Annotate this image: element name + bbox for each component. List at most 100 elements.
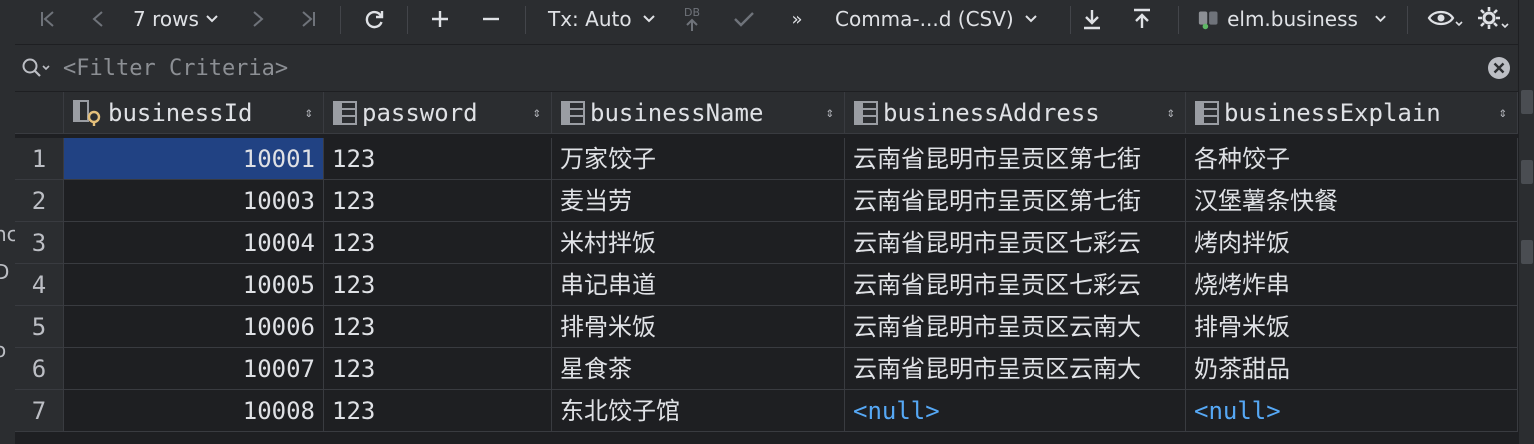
export-download-icon[interactable] [1079, 0, 1105, 38]
cell-businessExplain[interactable]: 排骨米饭 [1186, 306, 1518, 348]
cell-businessAddress[interactable]: 云南省昆明市呈贡区七彩云 [845, 222, 1186, 264]
cell-businessExplain[interactable]: 烧烤炸串 [1186, 264, 1518, 306]
right-strip-tab[interactable] [1521, 240, 1533, 264]
add-row-icon[interactable] [427, 0, 453, 38]
sort-icon[interactable]: ⇕ [305, 92, 313, 133]
cell-businessName[interactable]: 麦当劳 [552, 180, 845, 222]
cell-password[interactable]: 123 [324, 222, 552, 264]
cell-password[interactable]: 123 [324, 306, 552, 348]
search-icon[interactable] [21, 57, 51, 83]
cell-businessId[interactable]: 10005 [64, 264, 324, 306]
cell-businessAddress[interactable]: 云南省昆明市呈贡区第七街 [845, 180, 1186, 222]
cell-businessExplain-null[interactable]: <null> [1186, 390, 1518, 432]
column-header-label: businessExplain [1224, 98, 1441, 127]
cell-businessAddress[interactable]: 云南省昆明市呈贡区七彩云 [845, 264, 1186, 306]
cell-password[interactable]: 123 [324, 138, 552, 180]
column-header-businessExplain[interactable]: businessExplain ⇕ [1186, 92, 1518, 134]
cell-businessExplain[interactable]: 烤肉拌饭 [1186, 222, 1518, 264]
right-strip-tab[interactable] [1521, 160, 1533, 184]
cell-businessAddress[interactable]: 云南省昆明市呈贡区云南大 [845, 348, 1186, 390]
table-row[interactable]: 3 10004 123 米村拌饭 云南省昆明市呈贡区七彩云 烤肉拌饭 [15, 222, 1518, 264]
table-row[interactable]: 2 10003 123 麦当劳 云南省昆明市呈贡区第七街 汉堡薯条快餐 [15, 180, 1518, 222]
column-header-businessName[interactable]: businessName ⇕ [552, 92, 845, 134]
refresh-icon[interactable] [360, 0, 388, 38]
cell-businessName[interactable]: 星食茶 [552, 348, 845, 390]
row-number[interactable]: 2 [15, 180, 64, 222]
cell-businessAddress-null[interactable]: <null> [845, 390, 1186, 432]
table-row[interactable]: 7 10008 123 东北饺子馆 <null> <null> [15, 390, 1518, 432]
column-header-label: businessName [590, 98, 764, 127]
cell-businessId[interactable]: 10008 [64, 390, 324, 432]
chevron-down-icon [206, 15, 218, 23]
right-strip-tab[interactable] [1521, 90, 1533, 114]
next-page-icon[interactable] [247, 0, 269, 38]
settings-gear-icon[interactable] [1473, 0, 1513, 38]
column-icon [333, 100, 357, 125]
cell-businessId[interactable]: 10001 [64, 138, 324, 180]
cell-businessName[interactable]: 万家饺子 [552, 138, 845, 180]
import-upload-icon[interactable] [1129, 0, 1155, 38]
sort-icon[interactable]: ⇕ [1167, 92, 1175, 133]
primary-key-column-icon [73, 99, 101, 126]
left-strip-fragment: o [0, 338, 7, 362]
row-number[interactable]: 7 [15, 390, 64, 432]
column-header-businessAddress[interactable]: businessAddress ⇕ [845, 92, 1186, 134]
sort-icon[interactable]: ⇕ [533, 92, 541, 133]
datasource-dropdown[interactable]: elm.business [1197, 0, 1387, 38]
sort-icon[interactable]: ⇕ [1499, 92, 1507, 133]
right-tool-strip [1518, 0, 1534, 444]
column-icon [854, 100, 878, 125]
first-page-icon[interactable] [35, 0, 61, 38]
cell-password[interactable]: 123 [324, 180, 552, 222]
toolbar-separator [1070, 6, 1071, 34]
cell-password[interactable]: 123 [324, 264, 552, 306]
cell-businessName[interactable]: 串记串道 [552, 264, 845, 306]
rows-label: 7 rows [133, 7, 199, 31]
cell-password[interactable]: 123 [324, 390, 552, 432]
cell-businessId[interactable]: 10004 [64, 222, 324, 264]
cell-businessId[interactable]: 10007 [64, 348, 324, 390]
table-row[interactable]: 1 10001 123 万家饺子 云南省昆明市呈贡区第七街 各种饺子 [15, 138, 1518, 180]
cell-businessExplain[interactable]: 奶茶甜品 [1186, 348, 1518, 390]
more-label: » [791, 8, 803, 30]
view-options-icon[interactable] [1423, 0, 1467, 38]
column-header-password[interactable]: password ⇕ [324, 92, 552, 134]
table-row[interactable]: 6 10007 123 星食茶 云南省昆明市呈贡区云南大 奶茶甜品 [15, 348, 1518, 390]
cell-password[interactable]: 123 [324, 348, 552, 390]
cell-businessId[interactable]: 10006 [64, 306, 324, 348]
sort-icon[interactable]: ⇕ [826, 92, 834, 133]
row-number[interactable]: 4 [15, 264, 64, 306]
toolbar-separator [1407, 6, 1408, 34]
commit-check-icon[interactable] [731, 0, 757, 38]
rows-dropdown[interactable]: 7 rows [133, 0, 225, 38]
export-format-dropdown[interactable]: Comma-...d (CSV) [835, 0, 1059, 38]
cell-businessAddress[interactable]: 云南省昆明市呈贡区云南大 [845, 306, 1186, 348]
row-number[interactable]: 3 [15, 222, 64, 264]
cell-businessName[interactable]: 米村拌饭 [552, 222, 845, 264]
cell-businessName[interactable]: 东北饺子馆 [552, 390, 845, 432]
row-number[interactable]: 6 [15, 348, 64, 390]
previous-page-icon[interactable] [87, 0, 109, 38]
cell-businessAddress[interactable]: 云南省昆明市呈贡区第七街 [845, 138, 1186, 180]
tx-label: Tx: Auto [548, 7, 632, 31]
column-header-businessId[interactable]: businessId ⇕ [64, 92, 324, 134]
row-number[interactable]: 5 [15, 306, 64, 348]
db-submit-icon[interactable]: DB [679, 0, 705, 38]
row-number[interactable]: 1 [15, 138, 64, 180]
filter-criteria-input[interactable] [63, 53, 1463, 83]
table-row[interactable]: 4 10005 123 串记串道 云南省昆明市呈贡区七彩云 烧烤炸串 [15, 264, 1518, 306]
table-row[interactable]: 5 10006 123 排骨米饭 云南省昆明市呈贡区云南大 排骨米饭 [15, 306, 1518, 348]
column-header-label: businessAddress [883, 98, 1100, 127]
more-actions-icon[interactable]: » [787, 0, 807, 38]
header-corner [15, 92, 64, 134]
cell-businessExplain[interactable]: 汉堡薯条快餐 [1186, 180, 1518, 222]
filter-bar [15, 45, 1518, 92]
cell-businessName[interactable]: 排骨米饭 [552, 306, 845, 348]
datasource-icon [1198, 11, 1218, 30]
last-page-icon[interactable] [295, 0, 321, 38]
transaction-mode-dropdown[interactable]: Tx: Auto [548, 0, 660, 38]
delete-row-icon[interactable] [478, 0, 504, 38]
clear-filter-icon[interactable] [1487, 56, 1511, 84]
cell-businessId[interactable]: 10003 [64, 180, 324, 222]
cell-businessExplain[interactable]: 各种饺子 [1186, 138, 1518, 180]
